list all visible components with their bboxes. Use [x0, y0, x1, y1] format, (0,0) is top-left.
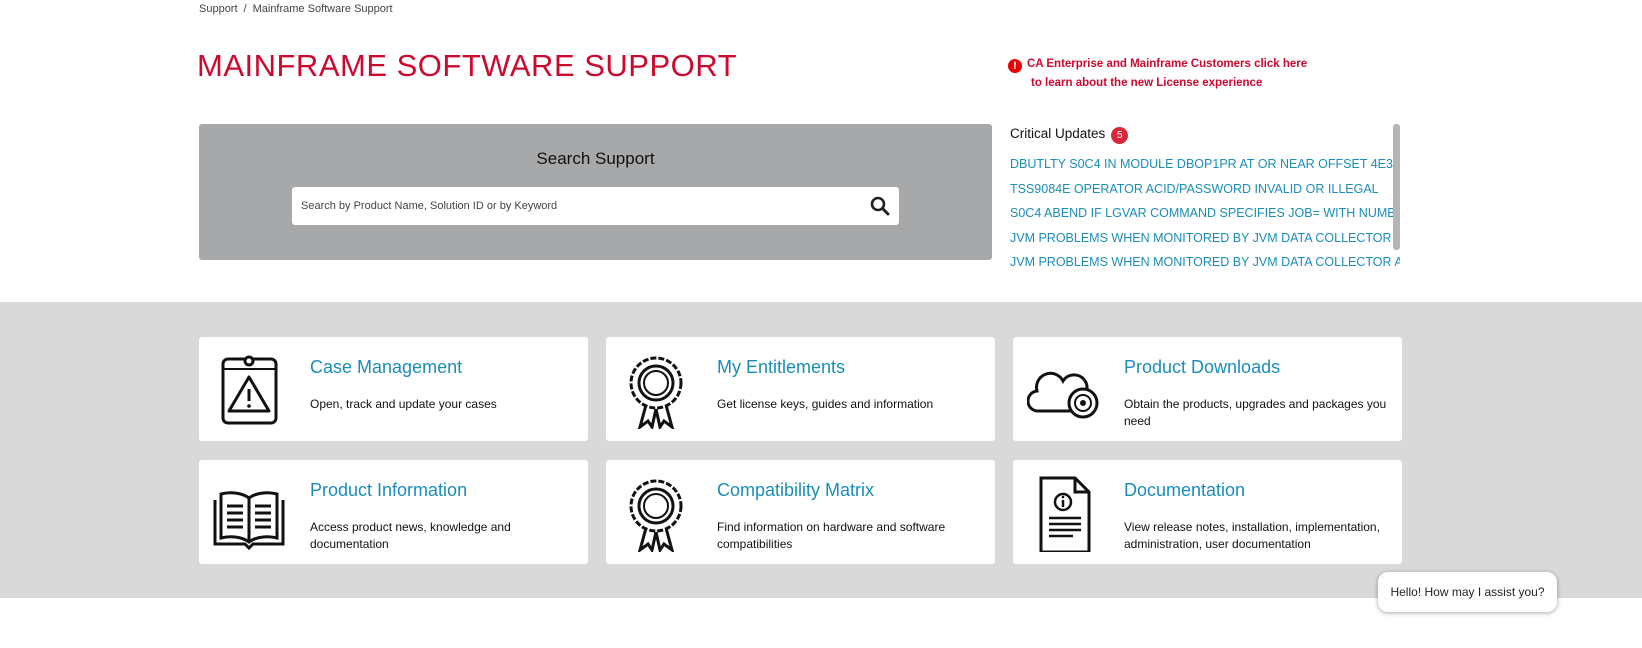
card-description: Open, track and update your cases — [310, 397, 497, 411]
card-description: View release notes, installation, implem… — [1124, 520, 1380, 551]
clipboard-warning-icon — [221, 355, 278, 425]
critical-updates-scrollbar[interactable] — [1393, 124, 1400, 250]
critical-updates-title: Critical Updates — [1010, 126, 1106, 141]
info-document-icon — [1039, 476, 1091, 552]
critical-updates: Critical Updates 5 DBUTLTY S0C4 IN MODULE… — [1010, 126, 1400, 268]
search-title: Search Support — [536, 149, 655, 168]
card-product-information[interactable]: Product Information Access product news,… — [199, 460, 588, 564]
card-description: Find information on hardware and softwar… — [717, 520, 946, 551]
breadcrumb-current: Mainframe Software Support — [252, 3, 393, 15]
card-title: Product Information — [310, 480, 468, 500]
card-product-downloads[interactable]: Product Downloads Obtain the products, u… — [1013, 337, 1402, 441]
card-title: Product Downloads — [1124, 357, 1281, 377]
notice-line-2: to learn about the new License experienc… — [1031, 77, 1263, 89]
award-ribbon-icon — [629, 356, 683, 429]
card-title: Case Management — [310, 357, 463, 377]
license-notice-link[interactable]: ! CA Enterprise and Mainframe Customers c… — [1008, 55, 1307, 93]
card-title: Documentation — [1124, 480, 1246, 500]
chat-assistant-bubble[interactable]: Hello! How may I assist you? — [1378, 572, 1557, 612]
card-documentation[interactable]: Documentation View release notes, instal… — [1013, 460, 1402, 564]
card-description: Get license keys, guides and information — [717, 397, 934, 411]
card-case-management[interactable]: Case Management Open, track and update y… — [199, 337, 588, 441]
breadcrumb-separator: / — [243, 3, 247, 15]
critical-update-link[interactable]: S0C4 ABEND IF LGVAR COMMAND SPECIFIES JO… — [1010, 201, 1400, 226]
award-ribbon-icon — [629, 479, 683, 552]
breadcrumb-support[interactable]: Support — [199, 3, 238, 15]
open-book-icon — [213, 491, 285, 551]
card-title: Compatibility Matrix — [717, 480, 875, 500]
card-my-entitlements[interactable]: My Entitlements Get license keys, guides… — [606, 337, 995, 441]
notice-line-1: CA Enterprise and Mainframe Customers cl… — [1027, 58, 1308, 70]
cloud-disc-icon — [1027, 371, 1099, 419]
card-description: Obtain the products, upgrades and packag… — [1124, 397, 1387, 428]
critical-update-link[interactable]: DBUTLTY S0C4 IN MODULE DBOP1PR AT OR NEA… — [1010, 152, 1400, 177]
breadcrumb: Support / Mainframe Software Support — [199, 3, 399, 15]
page-title: MAINFRAME SOFTWARE SUPPORT — [197, 48, 738, 83]
critical-update-link[interactable]: JVM PROBLEMS WHEN MONITORED BY JVM DATA … — [1010, 250, 1400, 268]
search-box — [292, 187, 899, 225]
search-input[interactable] — [301, 200, 870, 212]
search-panel: Search Support — [199, 124, 992, 260]
critical-update-link[interactable]: JVM PROBLEMS WHEN MONITORED BY JVM DATA … — [1010, 226, 1400, 251]
card-description: Access product news, knowledge and docum… — [310, 520, 511, 551]
critical-update-link[interactable]: TSS9084E OPERATOR ACID/PASSWORD INVALID … — [1010, 177, 1400, 202]
critical-count-badge: 5 — [1111, 127, 1129, 144]
card-compatibility-matrix[interactable]: Compatibility Matrix Find information on… — [606, 460, 995, 564]
search-icon[interactable] — [870, 196, 890, 216]
card-title: My Entitlements — [717, 357, 846, 377]
alert-icon: ! — [1008, 59, 1022, 73]
